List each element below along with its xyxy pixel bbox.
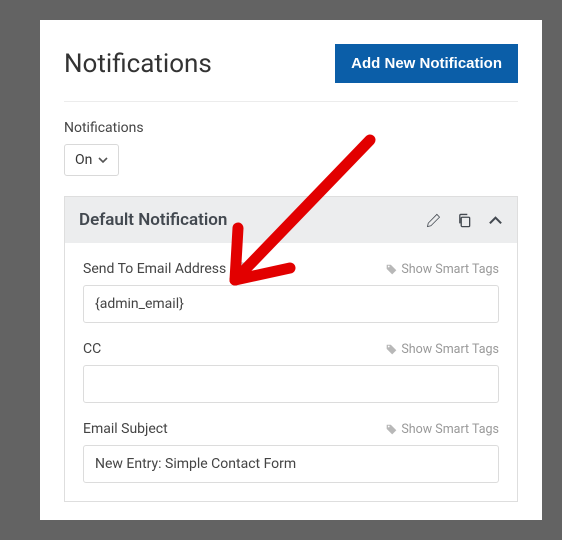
collapse-icon[interactable] — [488, 213, 503, 228]
send-to-input[interactable] — [83, 285, 499, 323]
help-icon[interactable]: ? — [233, 262, 248, 277]
show-smart-tags-link[interactable]: Show Smart Tags — [386, 422, 499, 437]
field-email-subject: Email Subject Show Smart Tags — [83, 421, 499, 483]
settings-panel: Notifications Add New Notification Notif… — [40, 20, 542, 520]
tag-icon — [386, 264, 397, 275]
tag-icon — [386, 344, 397, 355]
cc-input[interactable] — [83, 365, 499, 403]
email-subject-input[interactable] — [83, 445, 499, 483]
email-subject-label: Email Subject — [83, 421, 168, 437]
field-cc: CC Show Smart Tags — [83, 341, 499, 403]
notification-toolbar — [426, 213, 503, 228]
notification-item: Default Notification Send To Email Addre… — [64, 196, 518, 502]
show-smart-tags-link[interactable]: Show Smart Tags — [386, 262, 499, 277]
page-title: Notifications — [64, 49, 212, 79]
notifications-toggle-select[interactable]: On — [64, 144, 119, 176]
tag-icon — [386, 424, 397, 435]
notifications-toggle-value: On — [75, 152, 92, 168]
show-smart-tags-link[interactable]: Show Smart Tags — [386, 342, 499, 357]
header-row: Notifications Add New Notification — [64, 44, 518, 102]
add-notification-button[interactable]: Add New Notification — [335, 44, 518, 83]
send-to-label: Send To Email Address — [83, 261, 226, 277]
notification-title: Default Notification — [79, 210, 426, 230]
chevron-down-icon — [98, 155, 108, 165]
notification-body: Send To Email Address ? Show Smart Tags … — [65, 243, 517, 483]
notification-header: Default Notification — [65, 197, 517, 243]
field-send-to: Send To Email Address ? Show Smart Tags — [83, 261, 499, 323]
cc-label: CC — [83, 341, 101, 357]
edit-icon[interactable] — [426, 213, 441, 228]
copy-icon[interactable] — [457, 213, 472, 228]
notifications-toggle-label: Notifications — [64, 120, 518, 136]
